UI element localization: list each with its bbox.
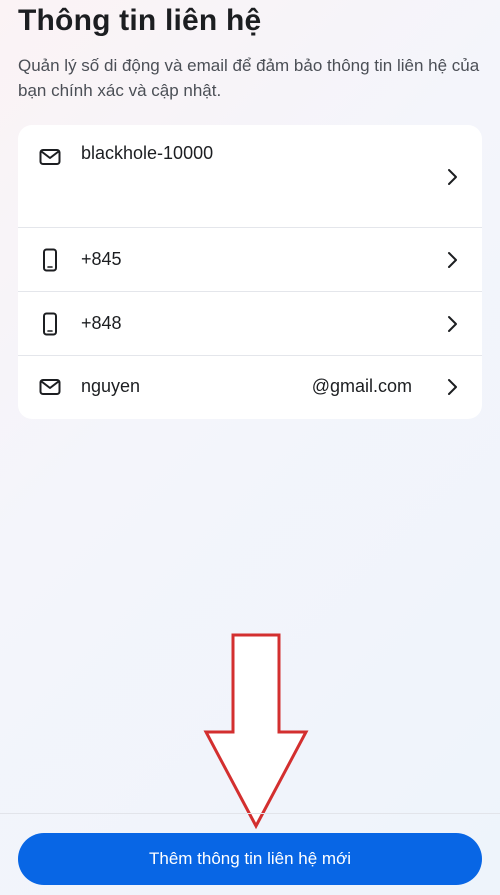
page-subtitle: Quản lý số di động và email để đảm bảo t… — [18, 56, 480, 100]
contact-row-phone-1[interactable]: +845 — [18, 228, 482, 292]
contact-value: blackhole-10000 — [81, 143, 214, 163]
contact-value: +848 — [81, 313, 122, 333]
contact-value-domain: @gmail.com — [311, 376, 412, 396]
mail-icon — [38, 145, 62, 169]
contact-row-email-2[interactable]: nguyen @gmail.com — [18, 356, 482, 419]
chevron-right-icon — [446, 251, 458, 269]
page-title: Thông tin liên hệ — [18, 4, 262, 37]
contact-list: blackhole-10000 +845 +848 nguyen @gmail.… — [18, 125, 482, 419]
chevron-right-icon — [446, 315, 458, 333]
footer-divider — [0, 813, 500, 814]
contact-value: +845 — [81, 249, 122, 269]
phone-icon — [38, 312, 62, 336]
chevron-right-icon — [446, 378, 458, 396]
add-contact-button[interactable]: Thêm thông tin liên hệ mới — [18, 833, 482, 885]
chevron-right-icon — [446, 168, 458, 186]
phone-icon — [38, 248, 62, 272]
contact-row-email-1[interactable]: blackhole-10000 — [18, 125, 482, 228]
contact-row-phone-2[interactable]: +848 — [18, 292, 482, 356]
down-arrow-annotation-icon — [200, 632, 312, 832]
contact-value: nguyen — [81, 376, 141, 396]
mail-icon — [38, 375, 62, 399]
